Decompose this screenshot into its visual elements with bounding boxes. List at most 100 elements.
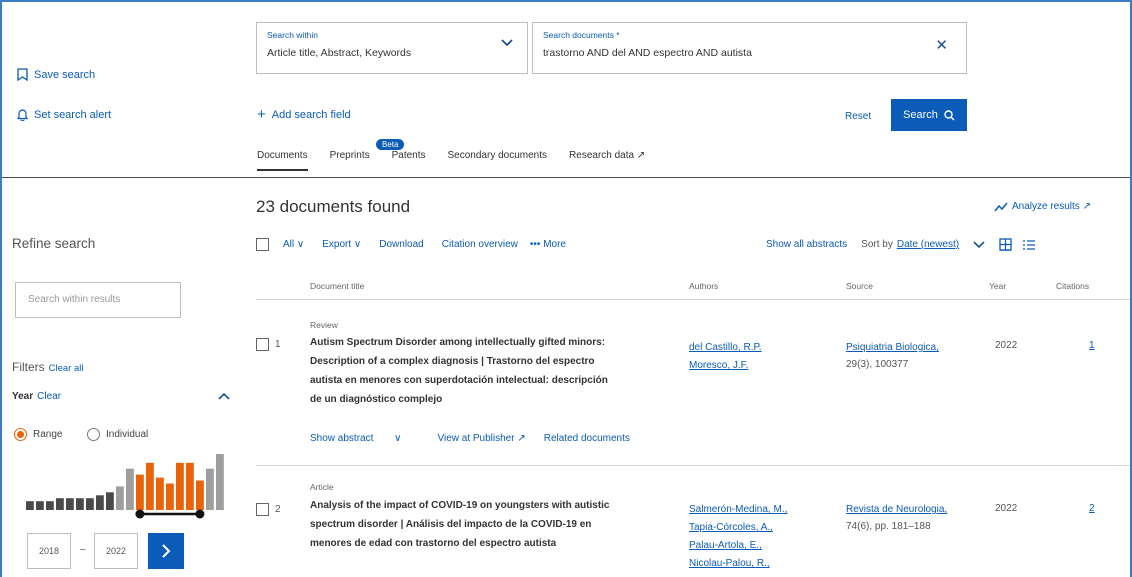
tab-research-data[interactable]: Research data ↗ [569, 150, 645, 171]
author-link[interactable]: Nicolau-Palou, R., [689, 555, 787, 573]
source-link[interactable]: Revista de Neurologia, [846, 501, 947, 518]
clear-all-filters-link[interactable]: Clear all [49, 363, 84, 374]
filters-label: Filters [12, 360, 45, 374]
authors-list[interactable]: Salmerón-Medina, M., Tapia-Córcoles, A.,… [689, 501, 787, 573]
more-button[interactable]: ••• More [530, 239, 566, 250]
search-button[interactable]: Search [891, 99, 967, 131]
chevron-down-icon: ∨ [353, 239, 362, 250]
sort-controls: Show all abstracts Sort by Date (newest) [766, 238, 1036, 251]
document-type-tabs: Documents Preprints Patents Secondary do… [257, 150, 667, 171]
search-within-select[interactable]: Search within Article title, Abstract, K… [256, 22, 528, 74]
year-cell: 2022 [995, 503, 1018, 514]
histogram-bar [86, 498, 94, 510]
clear-year-link[interactable]: Clear [37, 391, 61, 402]
histogram-bar [56, 498, 64, 510]
ellipsis-icon: ••• [529, 239, 541, 250]
grid-view-icon[interactable] [999, 238, 1012, 251]
range-radio-label: Range [33, 429, 63, 440]
year-from-input[interactable]: 2018 [27, 533, 71, 569]
histogram-bar [116, 486, 124, 510]
author-link[interactable]: del Castillo, R.P. [689, 339, 762, 357]
add-search-field-button[interactable]: + Add search field [257, 107, 351, 122]
title-line: autista en menores con superdotación int… [310, 375, 608, 386]
reset-button[interactable]: Reset [845, 111, 871, 122]
search-documents-input[interactable]: Search documents * trastorno AND del AND… [532, 22, 967, 74]
view-at-publisher-link[interactable]: View at Publisher ↗ [437, 433, 525, 444]
save-search-label: Save search [34, 68, 96, 81]
column-authors[interactable]: Authors [689, 281, 718, 291]
save-search-link[interactable]: Save search [17, 68, 95, 81]
results-toolbar: All ∨ Export ∨ Download Citation overvie… [256, 238, 580, 251]
chevron-up-icon[interactable] [218, 392, 230, 400]
range-end-handle[interactable] [195, 509, 205, 519]
tab-preprints[interactable]: Preprints [330, 150, 370, 171]
title-line: spectrum disorder | Análisis del impacto… [310, 519, 592, 530]
chevron-down-icon: ∨ [296, 239, 305, 250]
title-line: Description of a complex diagnosis | Tra… [310, 356, 595, 367]
year-histogram[interactable] [26, 452, 226, 522]
bookmark-icon [17, 68, 28, 81]
more-label: More [543, 239, 566, 250]
title-line: de un diagnóstico complejo [310, 394, 443, 405]
set-alert-link[interactable]: Set search alert [17, 108, 111, 121]
citations-link[interactable]: 1 [1089, 340, 1095, 351]
scopus-search-page: Save search Set search alert Search with… [0, 0, 1132, 577]
column-source[interactable]: Source [846, 281, 873, 291]
search-documents-label: Search documents * [543, 30, 620, 40]
list-view-icon[interactable] [1022, 239, 1036, 251]
select-all-dropdown[interactable]: All ∨ [283, 239, 304, 250]
clear-search-icon[interactable]: ✕ [935, 36, 948, 54]
histogram-bar [126, 468, 134, 510]
column-citations[interactable]: Citations [1056, 281, 1089, 291]
sort-by-label: Sort by [861, 239, 893, 250]
show-all-abstracts-link[interactable]: Show all abstracts [766, 239, 847, 250]
tab-documents[interactable]: Documents [257, 150, 308, 171]
row-checkbox[interactable] [256, 503, 269, 516]
histogram-bar [106, 492, 114, 510]
column-title[interactable]: Document title [310, 281, 364, 291]
individual-radio[interactable]: Individual [87, 428, 148, 441]
section-divider [2, 177, 1130, 178]
histogram-bar [156, 477, 164, 510]
document-type: Review [310, 320, 338, 330]
row-index: 1 [275, 339, 281, 350]
column-year[interactable]: Year [989, 281, 1006, 291]
download-button[interactable]: Download [379, 239, 423, 250]
source-link[interactable]: Psiquiatria Biologica, [846, 339, 939, 356]
row-checkbox[interactable] [256, 338, 269, 351]
chevron-down-icon[interactable] [973, 240, 985, 249]
tab-patents[interactable]: Patents [392, 150, 426, 171]
source-cell: Revista de Neurologia, 74(6), pp. 181–18… [846, 501, 947, 535]
title-line: menores de edad con trastorno del espect… [310, 538, 557, 549]
apply-year-button[interactable] [148, 533, 184, 569]
search-within-results-input[interactable]: Search within results [15, 282, 181, 318]
author-link[interactable]: Salmerón-Medina, M., [689, 501, 787, 519]
year-range-dash: – [80, 544, 86, 555]
tab-secondary-documents[interactable]: Secondary documents [448, 150, 548, 171]
year-to-input[interactable]: 2022 [94, 533, 138, 569]
row-actions: Show abstract ∨ View at Publisher ↗ Rela… [310, 433, 648, 444]
select-all-checkbox[interactable] [256, 238, 269, 251]
analyze-results-link[interactable]: Analyze results ↗ [994, 201, 1091, 212]
row-index: 2 [275, 504, 281, 515]
histogram-bar [96, 495, 104, 510]
author-link[interactable]: Moresco, J.F. [689, 357, 762, 375]
citation-overview-button[interactable]: Citation overview [442, 239, 518, 250]
range-radio[interactable]: Range [14, 428, 62, 441]
export-dropdown[interactable]: Export ∨ [322, 239, 361, 250]
author-link[interactable]: Tapia-Córcoles, A., [689, 519, 787, 537]
histogram-bar [166, 483, 174, 510]
search-documents-value: trastorno AND del AND espectro AND autis… [543, 47, 752, 59]
citations-link[interactable]: 2 [1089, 503, 1095, 514]
author-link[interactable]: Palau-Artola, E., [689, 537, 787, 555]
document-title-link[interactable]: Analysis of the impact of COVID-19 on yo… [310, 496, 610, 553]
search-icon [944, 109, 955, 121]
authors-list[interactable]: del Castillo, R.P. Moresco, J.F. [689, 339, 762, 375]
range-start-handle[interactable] [135, 509, 145, 519]
chevron-right-icon [162, 544, 171, 558]
sort-select[interactable]: Date (newest) [897, 239, 959, 250]
year-cell: 2022 [995, 340, 1018, 351]
related-documents-link[interactable]: Related documents [544, 433, 630, 444]
document-title-link[interactable]: Autism Spectrum Disorder among intellect… [310, 333, 608, 409]
show-abstract-link[interactable]: Show abstract ∨ [310, 433, 419, 444]
